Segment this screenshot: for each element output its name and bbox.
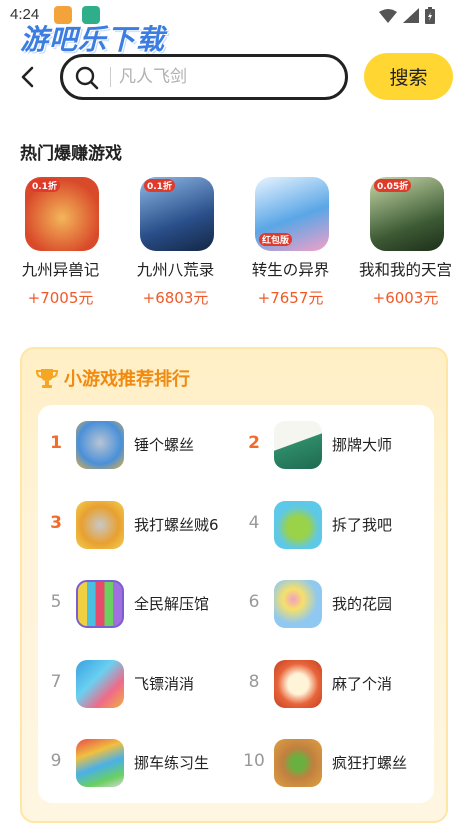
game-name: 全民解压馆 — [134, 595, 210, 613]
game-name: 我的花园 — [332, 595, 393, 613]
hot-games-list: 0.1折 九州异兽记 +7005元 0.1折 九州八荒录 +6803元 红包版 … — [0, 175, 469, 315]
hot-game-reward: +6803元 — [142, 289, 209, 307]
game-name: 锤个螺丝 — [134, 436, 195, 454]
back-button[interactable] — [14, 62, 40, 92]
rank-number: 6 — [248, 592, 260, 612]
hot-game-item[interactable]: 0.05折 我和我的天宫 +6003元 — [348, 175, 463, 315]
rank-number: 4 — [248, 513, 260, 533]
hot-game-item[interactable]: 0.1折 九州异兽记 +7005元 — [3, 175, 118, 315]
anime-girl-icon: 红包版 — [255, 177, 329, 251]
ranking-list: 1 锤个螺丝 2 挪牌大师 3 我打螺丝贼6 4 拆了我吧 5 全民解压馆 6 — [38, 405, 434, 803]
search-input[interactable] — [119, 65, 329, 89]
ranking-item[interactable]: 10 疯狂打螺丝 — [236, 733, 432, 793]
game-name: 疯狂打螺丝 — [332, 754, 408, 772]
ranking-header: 小游戏推荐排行 — [36, 365, 190, 391]
game-name: 飞镖消消 — [134, 675, 195, 693]
wood-board-icon — [274, 739, 322, 787]
hot-game-name: 九州异兽记 — [21, 261, 100, 279]
search-divider — [110, 67, 111, 87]
mini-game-ranking-panel: 小游戏推荐排行 1 锤个螺丝 2 挪牌大师 3 我打螺丝贼6 4 拆了我吧 5 — [20, 347, 448, 823]
hot-game-item[interactable]: 红包版 转生の异界 +7657元 — [233, 175, 348, 315]
discount-badge: 0.05折 — [374, 179, 412, 192]
ranking-item[interactable]: 1 锤个螺丝 — [38, 415, 234, 475]
game-name: 挪车练习生 — [134, 754, 210, 772]
discount-badge: 红包版 — [259, 233, 293, 246]
mahjong-stack-icon — [274, 660, 322, 708]
ranking-title: 小游戏推荐排行 — [64, 369, 190, 390]
toy-cars-icon — [76, 739, 124, 787]
search-button[interactable]: 搜索 — [364, 53, 453, 100]
hot-game-name: 我和我的天宫 — [358, 261, 452, 279]
ranking-item[interactable]: 2 挪牌大师 — [236, 415, 432, 475]
screw-robot-icon — [76, 501, 124, 549]
rank-number: 8 — [248, 672, 260, 692]
ranking-item[interactable]: 5 全民解压馆 — [38, 574, 234, 634]
hot-game-name: 转生の异界 — [251, 261, 330, 279]
swordsman-icon: 0.1折 — [140, 177, 214, 251]
red-beast-icon: 0.1折 — [25, 177, 99, 251]
color-tubes-icon — [76, 580, 124, 628]
hot-game-reward: +7657元 — [257, 289, 324, 307]
trophy-icon — [36, 369, 58, 388]
rank-number: 3 — [50, 513, 62, 533]
search-box[interactable] — [60, 54, 348, 100]
game-name: 挪牌大师 — [332, 436, 393, 454]
ranking-item[interactable]: 6 我的花园 — [236, 574, 432, 634]
ranking-item[interactable]: 7 飞镖消消 — [38, 654, 234, 714]
rank-number: 5 — [50, 592, 62, 612]
wifi-icon — [379, 8, 397, 23]
game-name: 麻了个消 — [332, 675, 393, 693]
game-name: 拆了我吧 — [332, 516, 393, 534]
hot-game-name: 九州八荒录 — [136, 261, 215, 279]
mahjong-tile-icon — [274, 421, 322, 469]
dart-pencil-icon — [76, 660, 124, 708]
back-arrow-icon — [21, 66, 34, 88]
hot-games-title: 热门爆赚游戏 — [20, 144, 122, 164]
signal-icon — [403, 8, 419, 23]
hot-game-reward: +6003元 — [372, 289, 439, 307]
green-figure-icon — [274, 501, 322, 549]
rank-number: 2 — [248, 433, 260, 453]
rank-number: 10 — [243, 751, 265, 771]
ranking-item[interactable]: 3 我打螺丝贼6 — [38, 495, 234, 555]
hot-game-reward: +7005元 — [27, 289, 94, 307]
hot-game-item[interactable]: 0.1折 九州八荒录 +6803元 — [118, 175, 233, 315]
discount-badge: 0.1折 — [29, 179, 60, 192]
fairy-palace-icon: 0.05折 — [370, 177, 444, 251]
ranking-item[interactable]: 8 麻了个消 — [236, 654, 432, 714]
rank-number: 7 — [50, 672, 62, 692]
rank-number: 9 — [50, 751, 62, 771]
rank-number: 1 — [50, 433, 62, 453]
hammer-screw-icon — [76, 421, 124, 469]
discount-badge: 0.1折 — [144, 179, 175, 192]
status-indicators — [379, 7, 435, 24]
ranking-item[interactable]: 4 拆了我吧 — [236, 495, 432, 555]
search-icon — [75, 66, 99, 90]
ranking-item[interactable]: 9 挪车练习生 — [38, 733, 234, 793]
game-name: 我打螺丝贼6 — [134, 516, 219, 534]
battery-icon — [425, 7, 435, 24]
flower-bouquet-icon — [274, 580, 322, 628]
